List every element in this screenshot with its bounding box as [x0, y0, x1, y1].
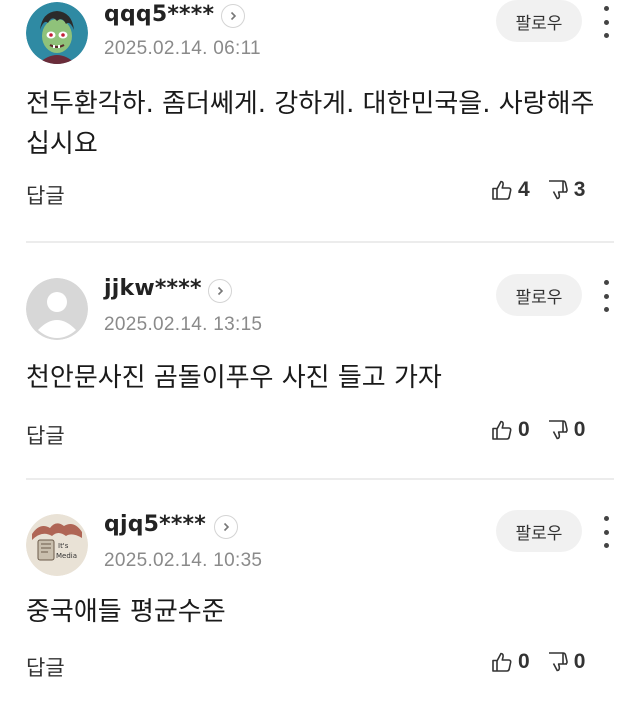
- media-photo-avatar-icon: It's Media: [26, 514, 88, 576]
- vote-group: 4 3: [490, 178, 585, 202]
- username[interactable]: qqq5****: [104, 2, 214, 27]
- like-button[interactable]: 4: [490, 178, 530, 202]
- like-button[interactable]: 0: [490, 418, 530, 442]
- comment-text: 천안문사진 곰돌이푸우 사진 들고 가자: [26, 363, 442, 393]
- reply-button[interactable]: 답글: [26, 652, 65, 682]
- thumbs-down-icon: [548, 180, 568, 200]
- thumbs-down-icon: [548, 652, 568, 672]
- dislike-button[interactable]: 0: [546, 650, 586, 674]
- thumbs-up-icon: [492, 180, 512, 200]
- more-options-icon[interactable]: [596, 280, 616, 312]
- dislike-count: 3: [573, 178, 586, 201]
- comment-item: qqq5**** 2025.02.14. 06:11 팔로우 전두환각하. 좀더…: [0, 0, 640, 240]
- chevron-right-icon[interactable]: [208, 279, 232, 303]
- default-user-icon: [26, 278, 88, 340]
- comment-text: 중국애들 평균수준: [26, 597, 226, 627]
- thumbs-up-icon: [492, 652, 512, 672]
- avatar[interactable]: [26, 2, 88, 64]
- comment-divider: [26, 241, 614, 243]
- comment-item: It's Media qjq5**** 2025.02.14. 10:35 팔로…: [0, 480, 640, 710]
- dislike-count: 0: [573, 418, 586, 441]
- chevron-right-icon[interactable]: [221, 4, 245, 28]
- thumbs-up-icon: [492, 420, 512, 440]
- more-options-icon[interactable]: [596, 6, 616, 38]
- comment-text: 전두환각하. 좀더쎄게. 강하게. 대한민국을. 사랑해주십시요: [26, 89, 595, 159]
- zombie-avatar-icon: [26, 2, 88, 64]
- like-count: 0: [518, 650, 530, 673]
- dislike-button[interactable]: 0: [546, 418, 586, 442]
- like-count: 4: [518, 178, 530, 201]
- comment-date: 2025.02.14. 10:35: [104, 550, 263, 571]
- follow-button[interactable]: 팔로우: [496, 510, 582, 552]
- reply-button[interactable]: 답글: [26, 420, 65, 450]
- reply-button[interactable]: 답글: [26, 180, 65, 210]
- comment-date: 2025.02.14. 13:15: [104, 314, 263, 335]
- like-button[interactable]: 0: [490, 650, 530, 674]
- username[interactable]: qjq5****: [104, 512, 206, 537]
- avatar[interactable]: [26, 278, 88, 340]
- more-options-icon[interactable]: [596, 516, 616, 548]
- like-count: 0: [518, 418, 530, 441]
- chevron-right-icon[interactable]: [214, 515, 238, 539]
- avatar-caption-1: It's: [58, 542, 69, 550]
- follow-button[interactable]: 팔로우: [496, 0, 582, 42]
- avatar[interactable]: It's Media: [26, 514, 88, 576]
- vote-group: 0 0: [490, 418, 585, 442]
- comment-date: 2025.02.14. 06:11: [104, 38, 261, 59]
- follow-button[interactable]: 팔로우: [496, 274, 582, 316]
- dislike-button[interactable]: 3: [546, 178, 586, 202]
- avatar-caption-2: Media: [56, 552, 77, 560]
- username[interactable]: jjkw****: [104, 276, 202, 301]
- thumbs-down-icon: [548, 420, 568, 440]
- vote-group: 0 0: [490, 650, 585, 674]
- comment-item: jjkw**** 2025.02.14. 13:15 팔로우 천안문사진 곰돌이…: [0, 244, 640, 478]
- dislike-count: 0: [573, 650, 586, 673]
